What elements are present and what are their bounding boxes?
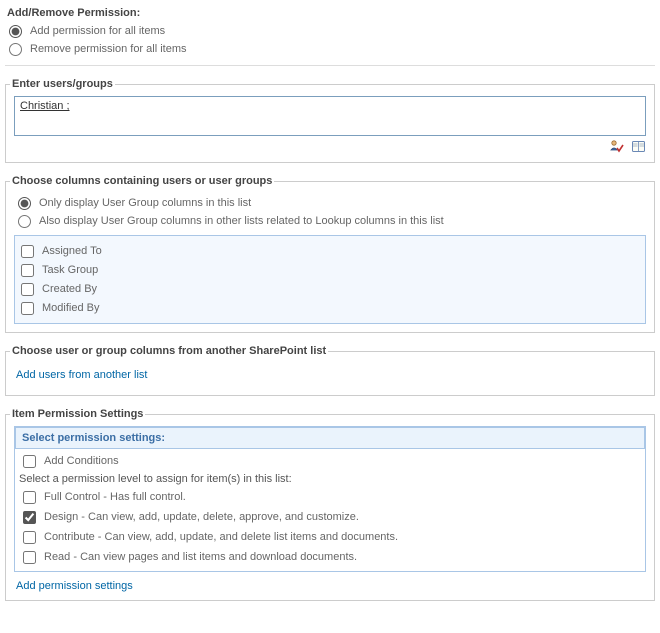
add-users-another-list-link[interactable]: Add users from another list <box>16 369 147 381</box>
check-names-icon[interactable] <box>609 139 624 154</box>
list-item: Task Group <box>17 262 643 278</box>
remove-permission-radio[interactable] <box>9 43 22 56</box>
list-item: Created By <box>17 281 643 297</box>
remove-permission-label: Remove permission for all items <box>30 41 187 57</box>
permission-level-subtitle: Select a permission level to assign for … <box>19 473 641 485</box>
list-item: Design - Can view, add, update, delete, … <box>19 509 641 525</box>
perm-full-control-checkbox[interactable] <box>23 491 36 504</box>
column-checkbox-assigned-to[interactable] <box>21 245 34 258</box>
only-display-radio[interactable] <box>18 197 31 210</box>
column-label: Created By <box>42 281 97 297</box>
add-conditions-checkbox[interactable] <box>23 455 36 468</box>
list-item: Contribute - Can view, add, update, and … <box>19 529 641 545</box>
also-display-label: Also display User Group columns in other… <box>39 213 444 229</box>
column-label: Task Group <box>42 262 98 278</box>
permission-settings-box: Select permission settings: Add Conditio… <box>14 426 646 572</box>
add-remove-title: Add/Remove Permission: <box>7 7 655 19</box>
add-permission-radio[interactable] <box>9 25 22 38</box>
users-groups-input[interactable]: Christian ; <box>14 96 646 136</box>
column-label: Assigned To <box>42 243 102 259</box>
perm-label: Read - Can view pages and list items and… <box>44 549 357 565</box>
browse-directory-icon[interactable] <box>631 139 646 154</box>
item-permission-legend: Item Permission Settings <box>10 408 145 420</box>
another-list-legend: Choose user or group columns from anothe… <box>10 345 328 357</box>
perm-design-checkbox[interactable] <box>23 511 36 524</box>
list-item: Modified By <box>17 300 643 316</box>
column-label: Modified By <box>42 300 99 316</box>
add-permission-settings-link[interactable]: Add permission settings <box>16 580 133 592</box>
column-checkbox-created-by[interactable] <box>21 283 34 296</box>
perm-contribute-checkbox[interactable] <box>23 531 36 544</box>
add-conditions-label: Add Conditions <box>44 453 119 469</box>
also-display-radio[interactable] <box>18 215 31 228</box>
column-checkbox-modified-by[interactable] <box>21 302 34 315</box>
enter-users-groups-fieldset: Enter users/groups Christian ; <box>5 78 655 163</box>
list-item: Read - Can view pages and list items and… <box>19 549 641 565</box>
divider <box>5 65 655 66</box>
add-permission-label: Add permission for all items <box>30 23 165 39</box>
columns-list-box: Assigned To Task Group Created By Modifi… <box>14 235 646 324</box>
perm-label: Full Control - Has full control. <box>44 489 186 505</box>
column-checkbox-task-group[interactable] <box>21 264 34 277</box>
enter-users-groups-legend: Enter users/groups <box>10 78 115 90</box>
list-item: Full Control - Has full control. <box>19 489 641 505</box>
choose-columns-legend: Choose columns containing users or user … <box>10 175 274 187</box>
item-permission-fieldset: Item Permission Settings Select permissi… <box>5 408 655 601</box>
perm-label: Contribute - Can view, add, update, and … <box>44 529 398 545</box>
choose-columns-fieldset: Choose columns containing users or user … <box>5 175 655 333</box>
perm-read-checkbox[interactable] <box>23 551 36 564</box>
another-list-fieldset: Choose user or group columns from anothe… <box>5 345 655 396</box>
only-display-label: Only display User Group columns in this … <box>39 195 251 211</box>
list-item: Assigned To <box>17 243 643 259</box>
users-groups-value: Christian ; <box>20 100 70 112</box>
select-permission-header: Select permission settings: <box>15 427 645 449</box>
perm-label: Design - Can view, add, update, delete, … <box>44 509 359 525</box>
